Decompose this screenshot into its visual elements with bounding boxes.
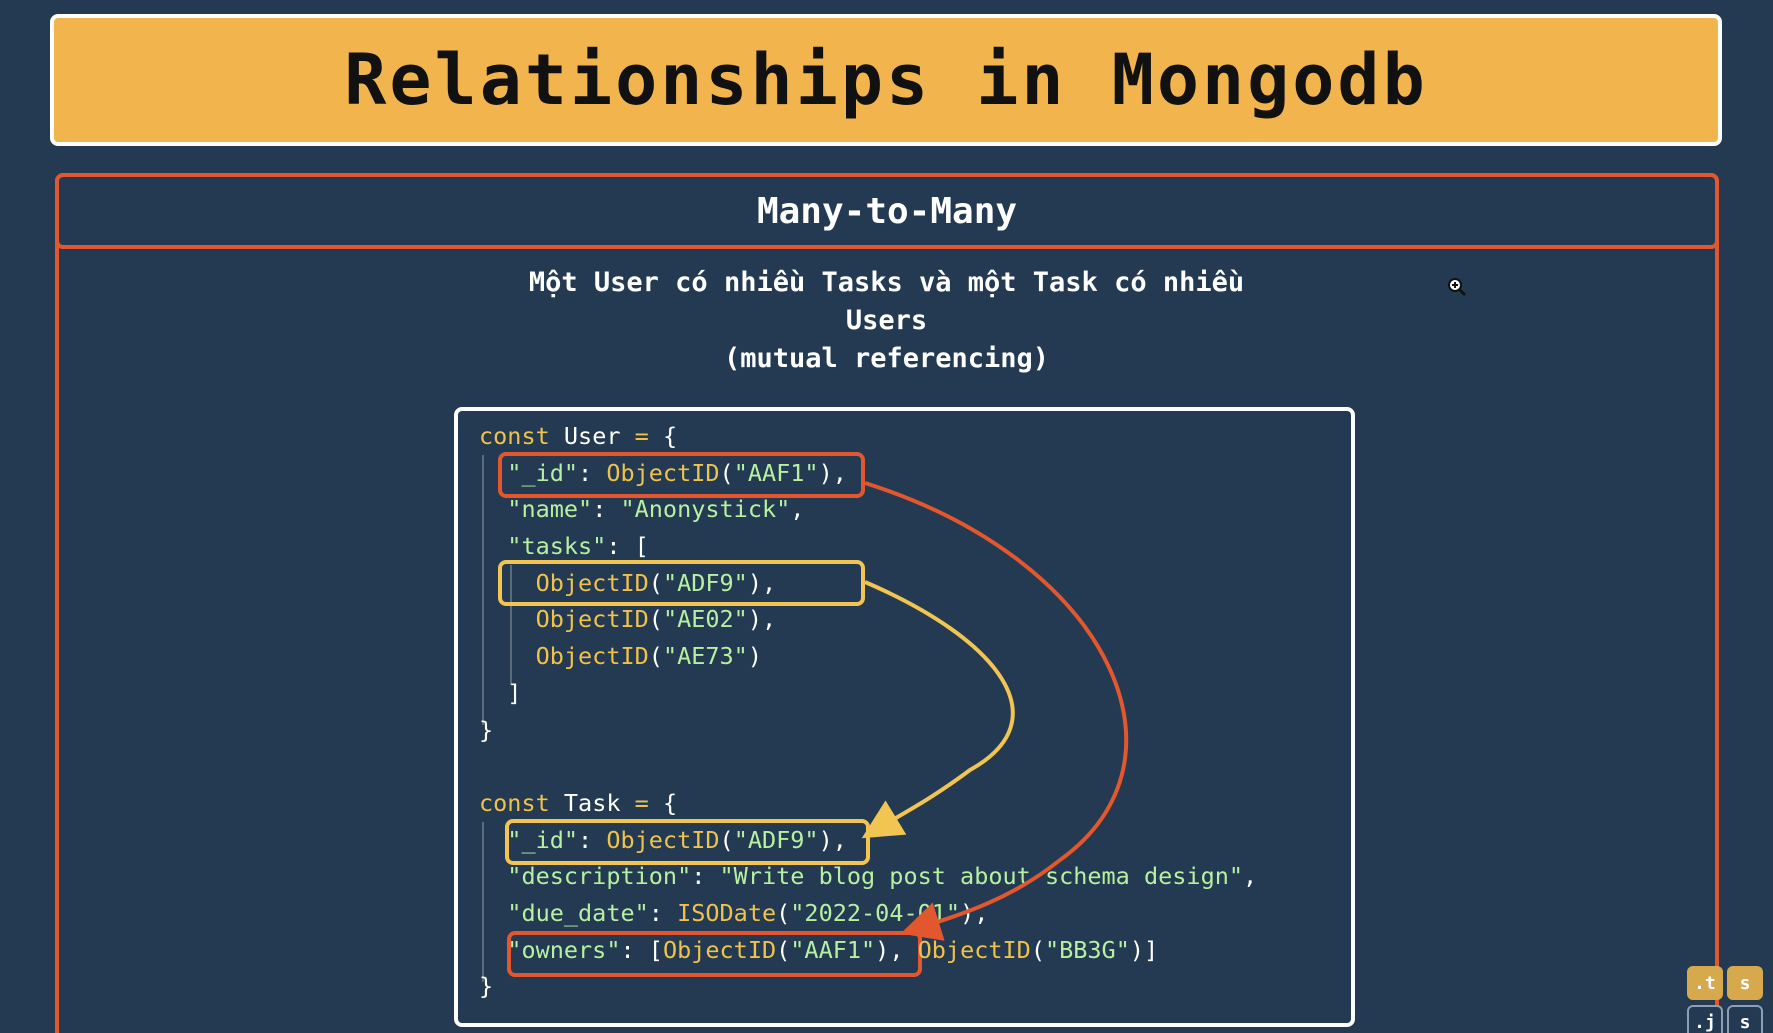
section-title: Many-to-Many: [756, 190, 1018, 232]
code-block: const User = { "_id": ObjectID("AAF1"), …: [479, 418, 1257, 1005]
code-line: ObjectID("ADF9"),: [535, 568, 777, 597]
code-line: }: [479, 715, 494, 744]
code-line: ObjectID("AE02"),: [535, 605, 777, 634]
code-line: "_id": ObjectID("AAF1"),: [507, 458, 847, 487]
relationship-description: Một User có nhiều Tasks và một Task có n…: [300, 264, 1473, 378]
overlay-button-t[interactable]: .t: [1687, 966, 1723, 1000]
code-line: "description": "Write blog post about sc…: [507, 862, 1258, 891]
title-banner: Relationships in Mongodb: [50, 14, 1722, 146]
overlay-button-s2[interactable]: s: [1727, 1005, 1763, 1033]
code-line: "_id": ObjectID("ADF9"),: [507, 825, 847, 854]
code-line: "tasks": [: [507, 532, 649, 561]
code-line: const User = {: [479, 422, 678, 450]
code-line: ObjectID("AE73"): [535, 642, 762, 671]
description-line-1: Một User có nhiều Tasks và một Task có n…: [528, 267, 1245, 298]
overlay-button-j[interactable]: .j: [1687, 1005, 1723, 1033]
description-line-3: (mutual referencing): [723, 343, 1050, 374]
code-line: "name": "Anonystick",: [507, 495, 805, 524]
code-line: const Task = {: [479, 788, 678, 817]
overlay-button-s[interactable]: s: [1727, 966, 1763, 1000]
slide-title: Relationships in Mongodb: [344, 39, 1428, 121]
description-line-2: Users: [845, 305, 928, 336]
code-line: }: [479, 972, 494, 1001]
section-header: Many-to-Many: [55, 173, 1719, 249]
code-line: ]: [507, 678, 522, 707]
code-line: "owners": [ObjectID("AAF1"), ObjectID("B…: [507, 935, 1159, 964]
code-line: "due_date": ISODate("2022-04-01"),: [507, 898, 989, 927]
zoom-in-icon[interactable]: [1447, 277, 1467, 297]
